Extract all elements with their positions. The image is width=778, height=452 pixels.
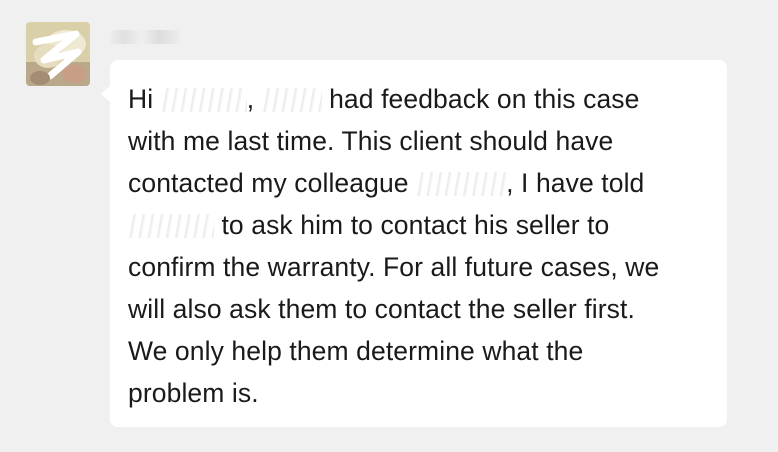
- sender-name: [110, 26, 180, 46]
- redacted-name: [160, 88, 247, 112]
- avatar-image: [26, 22, 90, 86]
- message-line: with me last time. This client should ha…: [128, 126, 614, 156]
- message-line: problem is.: [128, 378, 259, 408]
- message-line: Hi , had feedback on this case: [128, 84, 640, 114]
- redacted-name: [128, 214, 214, 238]
- message-line: confirm the warranty. For all future cas…: [128, 252, 660, 282]
- message-line: to ask him to contact his seller to: [128, 204, 718, 246]
- bubble-tail: [101, 86, 110, 102]
- redacted-name: [261, 88, 322, 112]
- redacted-sender-name: [110, 29, 180, 44]
- message-line: will also ask them to contact the seller…: [128, 294, 635, 324]
- message-line: contacted my colleague , I have told: [128, 168, 645, 198]
- redacted-name: [416, 172, 507, 196]
- message-line: We only help them determine what the: [128, 336, 584, 366]
- avatar[interactable]: [26, 22, 90, 86]
- message-text: Hi , had feedback on this case with me l…: [128, 78, 718, 414]
